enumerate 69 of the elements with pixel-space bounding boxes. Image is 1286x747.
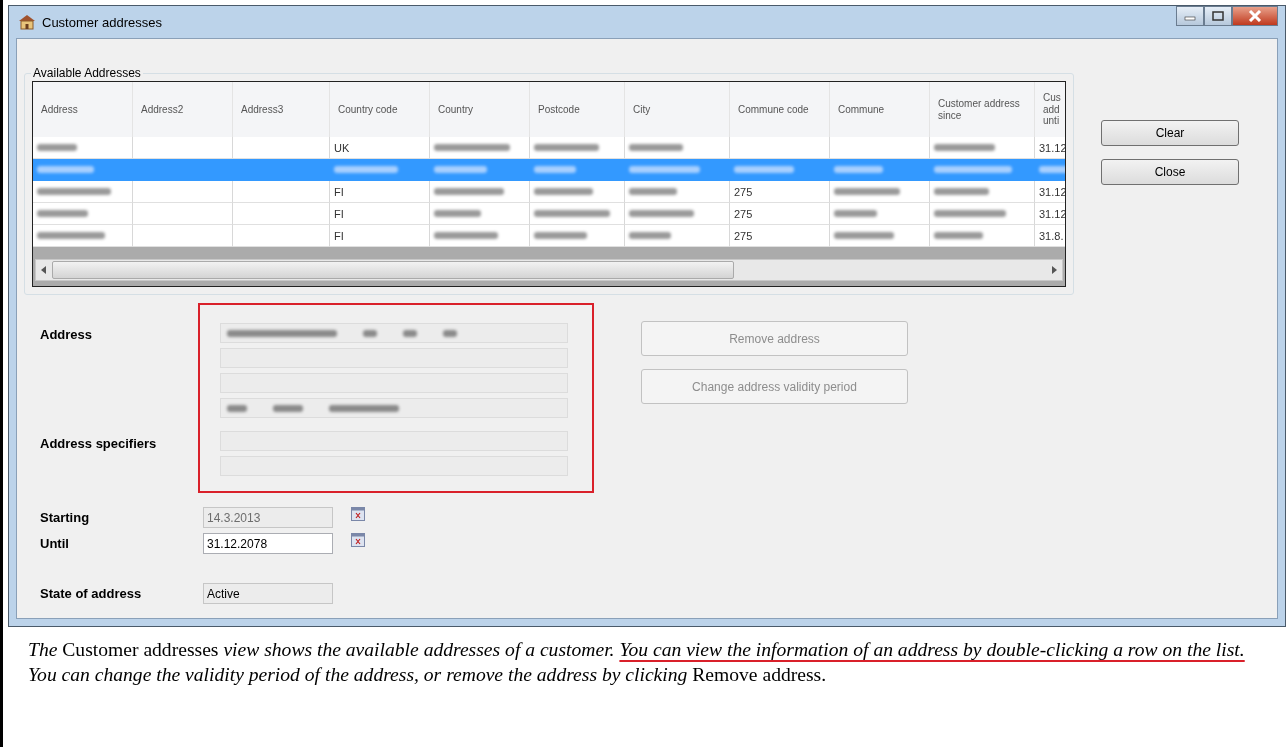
table-cell: FI bbox=[334, 229, 344, 242]
blurred-text bbox=[403, 329, 417, 337]
blurred-text bbox=[629, 166, 700, 173]
input-field[interactable] bbox=[220, 323, 568, 343]
blurred-text bbox=[629, 232, 671, 239]
blurred-text bbox=[334, 166, 398, 173]
table-row[interactable]: FI 275 31.8. bbox=[33, 225, 1065, 247]
blurred-text bbox=[37, 144, 77, 151]
table-cell: 31.8. bbox=[1039, 229, 1064, 242]
blurred-text bbox=[934, 188, 989, 195]
blurred-text bbox=[434, 232, 498, 239]
date-field[interactable]: 31.12.2078 bbox=[203, 533, 333, 554]
blurred-text bbox=[1039, 166, 1065, 173]
dialog-button[interactable]: Clear bbox=[1101, 120, 1239, 146]
input-field[interactable] bbox=[220, 398, 568, 418]
blurred-text bbox=[37, 232, 105, 239]
building-icon bbox=[18, 14, 36, 30]
blurred-text bbox=[934, 144, 995, 151]
field-label: Address specifiers bbox=[40, 435, 158, 453]
caption-paragraph: The Customer addresses view shows the available addresses of a customer. You can view the information of an address by double-clicking a row on the list. You can change the validity period of the address, or remove the address by clicking Remove address. bbox=[28, 638, 1246, 687]
close-icon bbox=[1248, 10, 1262, 22]
table-cell: 275 bbox=[734, 185, 753, 198]
blurred-text bbox=[434, 166, 487, 173]
scroll-left-icon[interactable] bbox=[40, 266, 48, 274]
blurred-text bbox=[534, 188, 593, 195]
minimize-button[interactable] bbox=[1176, 6, 1204, 26]
table-cell: 275 bbox=[734, 229, 753, 242]
blurred-text bbox=[434, 188, 504, 195]
blurred-text bbox=[834, 188, 900, 195]
blurred-text bbox=[273, 404, 303, 412]
table-cell: UK bbox=[334, 141, 350, 154]
blurred-text bbox=[37, 210, 88, 217]
blurred-text bbox=[629, 144, 683, 151]
blurred-text bbox=[834, 210, 877, 217]
blurred-text bbox=[434, 210, 481, 217]
blurred-text bbox=[534, 166, 576, 173]
field-label: Starting bbox=[40, 508, 91, 527]
group-title: Available Addresses bbox=[31, 66, 143, 80]
blurred-text bbox=[934, 232, 983, 239]
table-cell: FI bbox=[334, 185, 344, 198]
field-label: Until bbox=[40, 534, 70, 553]
maximize-button[interactable] bbox=[1204, 6, 1232, 26]
blurred-text bbox=[534, 232, 587, 239]
blurred-text bbox=[934, 210, 1006, 217]
maximize-icon bbox=[1212, 11, 1224, 21]
blurred-text bbox=[443, 329, 457, 337]
calendar-icon[interactable] bbox=[351, 506, 365, 521]
blurred-text bbox=[227, 404, 247, 412]
scroll-right-icon[interactable] bbox=[1050, 266, 1058, 274]
field-label: State of address bbox=[40, 584, 143, 603]
blurred-text bbox=[37, 166, 94, 173]
horizontal-scrollbar[interactable] bbox=[35, 259, 1063, 281]
status-field: Active bbox=[203, 583, 333, 604]
blurred-text bbox=[734, 166, 794, 173]
blurred-text bbox=[629, 210, 694, 217]
close-button[interactable] bbox=[1232, 6, 1278, 26]
blurred-text bbox=[629, 188, 677, 195]
table-cell: 275 bbox=[734, 207, 753, 220]
blurred-text bbox=[534, 144, 599, 151]
calendar-icon[interactable] bbox=[351, 532, 365, 547]
blurred-text bbox=[363, 329, 377, 337]
blurred-text bbox=[329, 404, 399, 412]
table-cell: FI bbox=[334, 207, 344, 220]
blurred-text bbox=[834, 232, 894, 239]
dialog-button[interactable]: Close bbox=[1101, 159, 1239, 185]
table-row[interactable] bbox=[33, 159, 1065, 181]
blurred-text bbox=[834, 166, 883, 173]
window-title: Customer addresses bbox=[42, 14, 162, 30]
field-label: Address bbox=[40, 326, 94, 344]
